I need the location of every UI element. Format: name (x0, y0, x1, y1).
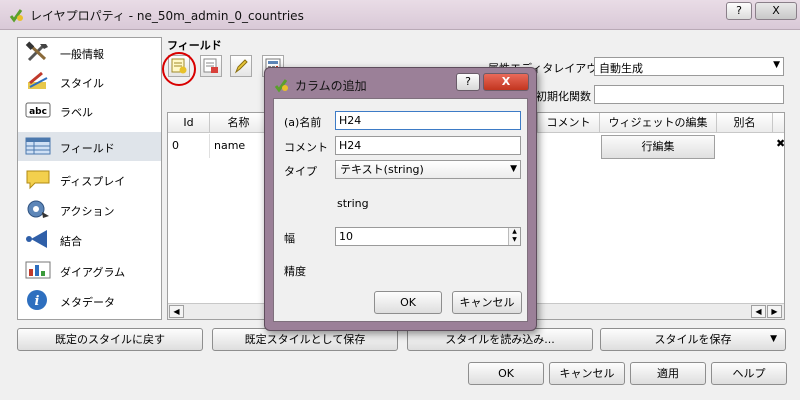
scroll-left-arrow[interactable]: ◀ (751, 305, 766, 318)
width-label: 幅 (284, 232, 295, 245)
column-header-alias[interactable]: 別名 (717, 113, 773, 133)
window-titlebar: レイヤプロパティ - ne_50m_admin_0_countries ? X (0, 0, 800, 30)
window-title: レイヤプロパティ - ne_50m_admin_0_countries (30, 9, 304, 23)
attribute-editor-layout-value: 自動生成 (599, 62, 643, 75)
chevron-down-icon: ▼ (773, 60, 780, 70)
type-label: タイプ (284, 165, 317, 178)
sidebar-item-label: アクション (60, 205, 115, 218)
svg-text:i: i (35, 294, 40, 309)
name-label: (a)名前 (284, 116, 322, 129)
sidebar-item-label: ラベル (60, 106, 93, 119)
init-function-input[interactable] (594, 85, 784, 104)
qgis-logo-icon (274, 79, 288, 93)
dialog-help-button[interactable]: ? (456, 73, 480, 91)
dialog-cancel-button[interactable]: キャンセル (452, 291, 522, 314)
delete-column-icon (203, 58, 218, 73)
width-value: 10 (339, 230, 353, 243)
pencil-icon (234, 59, 248, 74)
paintbrush-icon (28, 71, 48, 89)
column-header-comment[interactable]: コメント (538, 113, 600, 133)
comment-label: コメント (284, 141, 328, 154)
toggle-editing-button[interactable] (230, 55, 252, 77)
sidebar-item-label: スタイル (60, 77, 104, 90)
table-fields-icon (25, 137, 51, 155)
table-cell-name[interactable]: name (210, 134, 268, 158)
column-header-id[interactable]: Id (168, 113, 210, 133)
type-select-value: テキスト(string) (340, 163, 424, 176)
add-column-dialog: カラムの追加 ? X (a)名前 H24 コメント H24 タイプ テキスト(s… (264, 67, 537, 331)
save-as-default-button[interactable]: 既定スタイルとして保存 (212, 328, 398, 351)
sidebar-item-label: ダイアグラム (60, 266, 126, 279)
highlight-circle (162, 52, 196, 86)
save-style-label: スタイルを保存 (654, 333, 732, 346)
sidebar-item-label: メタデータ (60, 296, 115, 309)
sidebar-item-general[interactable]: 一般情報 (18, 38, 161, 67)
gear-action-icon (27, 200, 49, 218)
fields-section-title: フィールド (167, 39, 222, 52)
precision-label: 精度 (284, 265, 306, 278)
properties-sidebar: 一般情報 スタイル abc ラベル フィールド ディスプレイ アクション 結合 … (17, 37, 162, 320)
scroll-left-arrow[interactable]: ◀ (169, 305, 184, 318)
sidebar-item-label: 一般情報 (60, 48, 104, 61)
dialog-body: (a)名前 H24 コメント H24 タイプ テキスト(string) ▼ st… (273, 98, 528, 322)
attribute-editor-layout-select[interactable]: 自動生成 ▼ (594, 57, 784, 76)
abc-label-icon: abc (25, 102, 51, 118)
load-style-button[interactable]: スタイルを読み込み... (407, 328, 593, 351)
wrench-hammer-icon (25, 41, 48, 62)
sidebar-item-fields[interactable]: フィールド (18, 132, 161, 161)
init-function-label: 初期化関数 (536, 90, 591, 103)
info-icon: i (27, 290, 47, 310)
chevron-down-icon: ▼ (510, 164, 517, 174)
diagram-chart-icon (25, 261, 51, 279)
sidebar-item-style[interactable]: スタイル (18, 67, 161, 96)
sidebar-item-actions[interactable]: アクション (18, 195, 161, 224)
restore-default-style-button[interactable]: 既定のスタイルに戻す (17, 328, 203, 351)
column-header-name[interactable]: 名称 (210, 113, 268, 133)
type-name-text: string (337, 197, 369, 210)
name-field[interactable]: H24 (335, 111, 521, 130)
svg-text:abc: abc (29, 107, 47, 117)
join-arrow-icon (26, 230, 47, 248)
sidebar-item-diagram[interactable]: ダイアグラム (18, 256, 161, 285)
scroll-right-arrow[interactable]: ▶ (767, 305, 782, 318)
comment-field[interactable]: H24 (335, 136, 521, 155)
dialog-title: カラムの追加 (295, 79, 367, 93)
sidebar-item-label: 結合 (60, 235, 82, 248)
spin-arrows-icon[interactable]: ▲ ▼ (508, 228, 520, 245)
sidebar-item-label-settings[interactable]: abc ラベル (18, 96, 161, 125)
help-button[interactable]: ヘルプ (711, 362, 787, 385)
column-header-edit-widget[interactable]: ウィジェットの編集 (600, 113, 717, 133)
speech-bubble-icon (26, 170, 50, 190)
sidebar-item-label: ディスプレイ (60, 175, 126, 188)
sidebar-item-display[interactable]: ディスプレイ (18, 165, 161, 194)
qgis-logo-icon (9, 9, 23, 23)
dialog-ok-button[interactable]: OK (374, 291, 442, 314)
type-select[interactable]: テキスト(string) ▼ (335, 160, 521, 179)
apply-button[interactable]: 適用 (630, 362, 706, 385)
sidebar-item-metadata[interactable]: i メタデータ (18, 286, 161, 315)
sidebar-item-join[interactable]: 結合 (18, 225, 161, 254)
ok-button[interactable]: OK (468, 362, 544, 385)
width-spinbox[interactable]: 10 ▲ ▼ (335, 227, 521, 246)
row-edit-widget-button[interactable]: 行編集 (601, 135, 715, 159)
table-cell-id[interactable]: 0 (168, 134, 210, 158)
column-header-extra[interactable] (773, 113, 784, 133)
dialog-close-button[interactable]: X (483, 73, 529, 91)
sidebar-item-label: フィールド (60, 142, 115, 155)
save-style-button[interactable]: スタイルを保存 ▼ (600, 328, 786, 351)
cancel-button[interactable]: キャンセル (549, 362, 625, 385)
close-icon: ✖ (776, 137, 785, 150)
chevron-down-icon: ▼ (770, 334, 777, 344)
delete-column-button[interactable] (200, 55, 222, 77)
window-close-button[interactable]: X (755, 2, 797, 20)
window-help-button[interactable]: ? (726, 2, 752, 20)
